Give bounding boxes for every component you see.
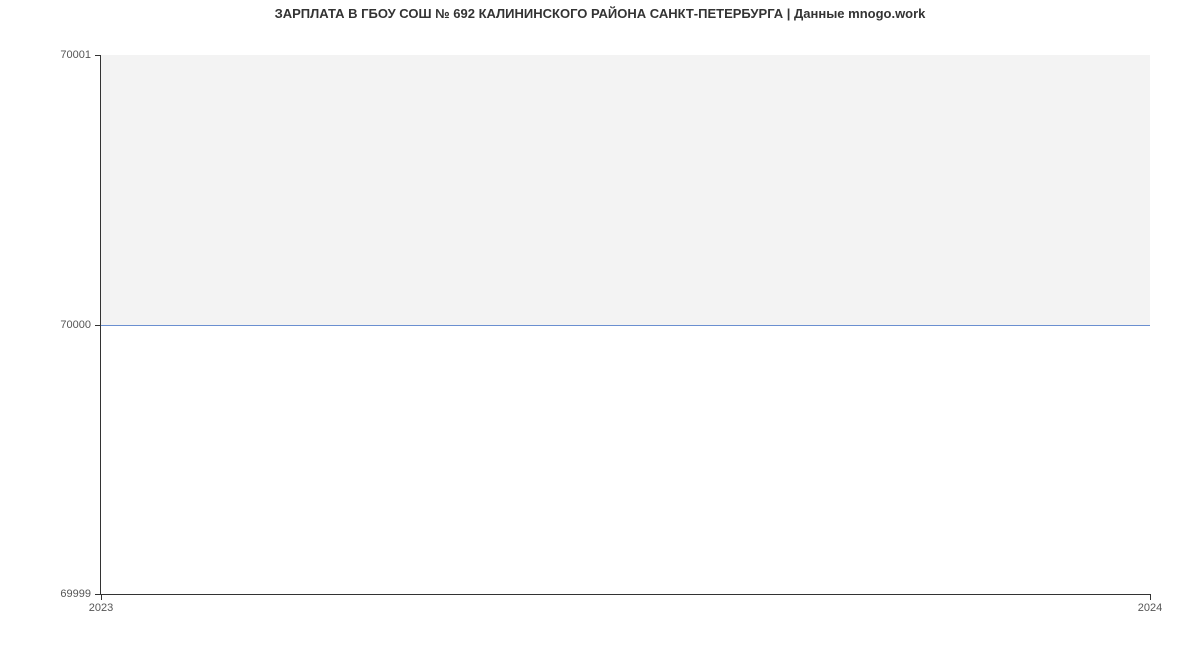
x-tick [1150, 594, 1151, 600]
series-line [101, 325, 1150, 326]
plot-area: 70001 70000 69999 2023 2024 [100, 55, 1150, 595]
y-tick-label: 69999 [60, 588, 91, 600]
chart-frame: ЗАРПЛАТА В ГБОУ СОШ № 692 КАЛИНИНСКОГО Р… [0, 0, 1200, 650]
y-tick-label: 70000 [60, 319, 91, 331]
y-tick [95, 55, 101, 56]
x-tick [101, 594, 102, 600]
x-tick-label: 2024 [1138, 602, 1162, 614]
chart-title: ЗАРПЛАТА В ГБОУ СОШ № 692 КАЛИНИНСКОГО Р… [0, 6, 1200, 21]
x-tick-label: 2023 [89, 602, 113, 614]
y-tick-label: 70001 [60, 49, 91, 61]
plot-background-upper [101, 55, 1150, 325]
